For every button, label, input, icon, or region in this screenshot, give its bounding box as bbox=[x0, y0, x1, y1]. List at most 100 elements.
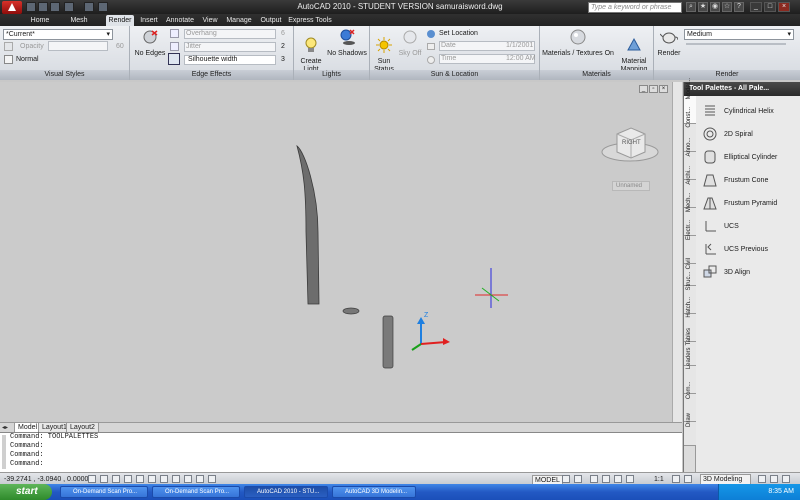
tab-nav-arrows[interactable]: ◂▸ bbox=[2, 424, 8, 431]
zoom-icon[interactable] bbox=[602, 475, 610, 483]
taskbar-item-autocad[interactable]: AutoCAD 2010 - STU... bbox=[244, 486, 328, 498]
osnap-icon[interactable] bbox=[136, 475, 144, 483]
search-icon[interactable]: ⌕ bbox=[686, 2, 696, 12]
opacity-icon bbox=[4, 42, 13, 51]
annotation-scale[interactable]: 1:1 bbox=[654, 475, 664, 484]
taskbar-item-scan-1[interactable]: On-Demand Scan Pro... bbox=[60, 486, 148, 498]
set-location-button[interactable]: Set Location bbox=[439, 29, 478, 38]
lights-title[interactable]: Lights bbox=[294, 70, 369, 80]
calendar-icon bbox=[427, 43, 435, 50]
clean-screen-icon[interactable] bbox=[782, 475, 790, 483]
tab-render[interactable]: Render bbox=[106, 15, 134, 26]
ucs-select[interactable]: Unnamed bbox=[612, 181, 650, 191]
render-divider bbox=[686, 43, 786, 45]
visual-style-select[interactable]: *Current* bbox=[3, 29, 113, 40]
helix-icon bbox=[705, 105, 715, 116]
pan-icon[interactable] bbox=[590, 475, 598, 483]
favorites-icon[interactable]: ☆ bbox=[722, 2, 732, 12]
quick-view-layouts-icon[interactable] bbox=[562, 475, 570, 483]
ribbon: *Current* Opacity 60 Normal Visual Style… bbox=[0, 26, 800, 80]
tab-view[interactable]: View bbox=[200, 15, 220, 26]
opacity-slider[interactable] bbox=[48, 41, 108, 51]
spiral-icon bbox=[703, 127, 717, 141]
sword-handle[interactable] bbox=[382, 315, 394, 369]
coordinates-display[interactable]: -39.2741 , -3.0940 , 0.0000 bbox=[4, 475, 88, 484]
command-window[interactable]: Command: TOOLPALETTES Command: Command: … bbox=[0, 432, 682, 472]
opacity-value: 60 bbox=[116, 43, 124, 50]
dyn-icon[interactable] bbox=[184, 475, 192, 483]
tab-manage[interactable]: Manage bbox=[224, 15, 254, 26]
palette-title[interactable]: Tool Palettes - All Pale... bbox=[684, 82, 800, 96]
showmotion-icon[interactable] bbox=[626, 475, 634, 483]
sky-button[interactable]: Sky Off bbox=[398, 29, 422, 58]
materials-textures-label: Materials / Textures On bbox=[542, 50, 614, 57]
pyramid-icon bbox=[703, 197, 717, 210]
autoscale-icon[interactable] bbox=[684, 475, 692, 483]
close-button[interactable]: × bbox=[778, 2, 790, 12]
visual-styles-panel: *Current* Opacity 60 Normal Visual Style… bbox=[0, 26, 130, 80]
polar-icon[interactable] bbox=[124, 475, 132, 483]
quick-view-drawings-icon[interactable] bbox=[574, 475, 582, 483]
annotation-visibility-icon[interactable] bbox=[672, 475, 680, 483]
render-quality-select[interactable]: Medium bbox=[684, 29, 794, 40]
materials-textures-button[interactable]: Materials / Textures On bbox=[542, 29, 614, 58]
svg-text:Z: Z bbox=[424, 312, 429, 319]
grid-icon[interactable] bbox=[100, 475, 108, 483]
isolate-icon[interactable] bbox=[770, 475, 778, 483]
3dosnap-icon[interactable] bbox=[148, 475, 156, 483]
snap-icon[interactable] bbox=[88, 475, 96, 483]
render-title[interactable]: Render bbox=[654, 70, 800, 80]
minimize-button[interactable]: _ bbox=[750, 2, 762, 12]
sun-icon bbox=[376, 37, 392, 53]
edge-effects-title[interactable]: Edge Effects bbox=[130, 70, 293, 80]
comm-center-icon[interactable]: ◉ bbox=[710, 2, 720, 12]
visual-styles-title[interactable]: Visual Styles bbox=[0, 70, 129, 80]
shadows-icon bbox=[340, 29, 355, 45]
steeringwheel-icon[interactable] bbox=[614, 475, 622, 483]
ortho-icon[interactable] bbox=[112, 475, 120, 483]
sky-label: Sky Off bbox=[398, 50, 422, 57]
quick-properties-icon[interactable] bbox=[208, 475, 216, 483]
clock[interactable]: 8:35 AM bbox=[768, 488, 794, 495]
sun-location-title[interactable]: Sun & Location bbox=[370, 70, 539, 80]
taskbar-item-scan-2[interactable]: On-Demand Scan Pro... bbox=[152, 486, 240, 498]
tab-insert[interactable]: Insert bbox=[138, 15, 160, 26]
overhang-icon bbox=[170, 29, 179, 38]
mapping-icon bbox=[627, 37, 641, 51]
render-panel: Render Medium Render bbox=[654, 26, 800, 80]
maximize-button[interactable]: □ bbox=[764, 2, 776, 12]
lock-icon[interactable] bbox=[758, 475, 766, 483]
lineweight-icon[interactable] bbox=[196, 475, 204, 483]
command-history-line: Command: TOOLPALETTES bbox=[10, 433, 99, 441]
drawing-viewport[interactable]: _ ▫ × Z RIGHT Unnamed bbox=[0, 82, 672, 422]
status-bar: -39.2741 , -3.0940 , 0.0000 MODEL 1:1 3D… bbox=[0, 472, 800, 486]
taskbar-item-autocad-3d[interactable]: AutoCAD 3D Modelin... bbox=[332, 486, 416, 498]
help-icon[interactable]: ? bbox=[734, 2, 744, 12]
jitter-icon bbox=[170, 42, 179, 51]
subscription-icon[interactable]: ★ bbox=[698, 2, 708, 12]
shadows-button[interactable]: No Shadows bbox=[326, 29, 368, 58]
tsuba-guard[interactable] bbox=[342, 307, 360, 315]
tab-mesh-modeling[interactable]: Mesh Modeling bbox=[56, 15, 102, 35]
command-prompt[interactable]: Command: bbox=[10, 460, 682, 469]
no-edges-button[interactable]: No Edges bbox=[133, 29, 167, 58]
search-input[interactable]: Type a keyword or phrase bbox=[588, 2, 682, 13]
tab-output[interactable]: Output bbox=[258, 15, 284, 26]
palette-tab-draw[interactable]: Draw bbox=[684, 412, 696, 446]
tab-home[interactable]: Home bbox=[28, 15, 52, 26]
face-style-select[interactable]: Normal bbox=[16, 55, 39, 64]
materials-title[interactable]: Materials bbox=[540, 70, 653, 80]
ducs-icon[interactable] bbox=[172, 475, 180, 483]
tab-express-tools[interactable]: Express Tools bbox=[288, 15, 332, 26]
silhouette-icon[interactable] bbox=[168, 53, 180, 65]
face-style-icon[interactable] bbox=[4, 55, 13, 64]
time-label: Time bbox=[441, 55, 457, 62]
vertical-scrollbar[interactable] bbox=[672, 82, 682, 422]
otrack-icon[interactable] bbox=[160, 475, 168, 483]
start-button[interactable]: start bbox=[0, 484, 52, 500]
tab-annotate[interactable]: Annotate bbox=[164, 15, 196, 26]
material-sphere-icon bbox=[570, 29, 586, 45]
sword-blade[interactable] bbox=[296, 144, 320, 305]
date-label: Date bbox=[441, 42, 456, 49]
render-button[interactable]: Render bbox=[656, 29, 682, 58]
